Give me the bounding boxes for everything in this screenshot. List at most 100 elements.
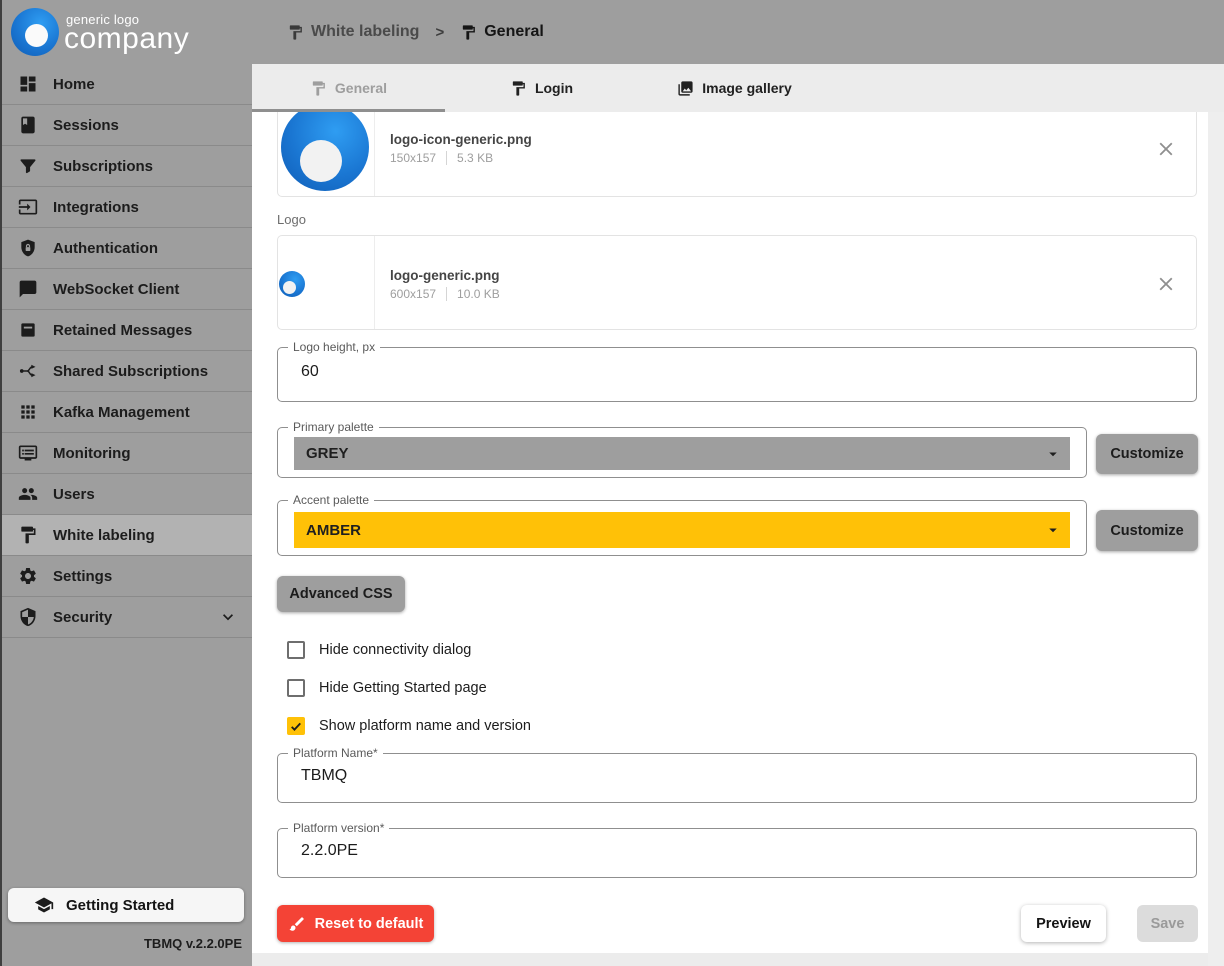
tab-general[interactable]: General — [252, 64, 445, 112]
button-label: Customize — [1110, 446, 1184, 462]
accent-palette-field: Accent palette AMBER — [277, 493, 1087, 556]
paint-roller-icon — [18, 525, 38, 545]
sidebar-item-retained-messages[interactable]: Retained Messages — [0, 310, 252, 351]
sidebar-item-security[interactable]: Security — [0, 597, 252, 638]
photo-library-icon — [678, 80, 693, 96]
button-label: Advanced CSS — [289, 586, 393, 602]
checkbox-hide-getting-started[interactable]: Hide Getting Started page — [287, 679, 487, 697]
button-label: Customize — [1110, 522, 1184, 539]
form-content: logo-icon-generic.png 150x157 5.3 KB Log… — [252, 112, 1208, 953]
sidebar: Home Sessions Subscriptions Integrations… — [0, 64, 252, 966]
sidebar-item-monitoring[interactable]: Monitoring — [0, 433, 252, 474]
tab-label: Login — [534, 80, 574, 96]
sidebar-item-subscriptions[interactable]: Subscriptions — [0, 146, 252, 187]
checkbox-hide-connectivity-dialog[interactable]: Hide connectivity dialog — [287, 641, 471, 659]
chevron-down-icon — [218, 607, 238, 627]
checkbox-icon — [287, 717, 305, 735]
vertical-scrollbar[interactable] — [1208, 112, 1224, 966]
field-label: Platform Name* — [288, 746, 383, 760]
file-dimensions: 150x157 — [390, 151, 437, 165]
sidebar-item-label: Shared Subscriptions — [53, 362, 209, 380]
sidebar-item-label: Integrations — [53, 198, 139, 216]
company-logo[interactable]: generic logo company — [0, 0, 252, 64]
archive-box-icon — [18, 320, 38, 340]
sidebar-item-authentication[interactable]: Authentication — [0, 228, 252, 269]
save-button[interactable]: Save — [1137, 905, 1198, 942]
checkbox-icon — [287, 641, 305, 659]
getting-started-label: Getting Started — [66, 896, 175, 914]
paint-roller-icon — [512, 80, 525, 96]
field-value: 2.2.0PE — [301, 842, 358, 859]
reset-to-default-button[interactable]: Reset to default — [277, 905, 434, 942]
sidebar-item-label: Authentication — [53, 239, 158, 257]
logo-icon-thumbnail — [278, 112, 375, 196]
tab-label: Image gallery — [702, 80, 792, 96]
file-size: 5.3 KB — [457, 151, 494, 165]
logo-thumbnail — [278, 236, 375, 329]
field-label: Platform version* — [288, 821, 390, 835]
accent-palette-select[interactable]: AMBER — [294, 512, 1070, 548]
main-area: General Login Image gallery logo-icon-ge… — [252, 64, 1224, 966]
sidebar-item-label: Security — [53, 608, 113, 626]
sidebar-item-shared-subscriptions[interactable]: Shared Subscriptions — [0, 351, 252, 392]
button-label: Save — [1150, 915, 1185, 932]
logo-section-label: Logo — [277, 212, 306, 227]
field-label: Primary palette — [288, 420, 379, 434]
sidebar-item-label: Home — [53, 75, 95, 93]
input-icon — [18, 197, 38, 217]
field-value: TBMQ — [301, 767, 348, 784]
meta-divider — [446, 151, 448, 165]
logo-text-large: company — [64, 22, 190, 55]
sidebar-item-white-labeling[interactable]: White labeling — [0, 515, 252, 556]
dashboard-icon — [18, 74, 38, 94]
sidebar-item-label: Retained Messages — [53, 321, 193, 339]
sidebar-item-websocket-client[interactable]: WebSocket Client — [0, 269, 252, 310]
sidebar-item-integrations[interactable]: Integrations — [0, 187, 252, 228]
breadcrumb-general: General — [460, 23, 544, 41]
filter-icon — [18, 156, 38, 176]
logo-icon-file-card: logo-icon-generic.png 150x157 5.3 KB — [277, 112, 1197, 197]
close-icon — [1159, 277, 1173, 291]
tab-login[interactable]: Login — [445, 64, 638, 112]
primary-palette-select[interactable]: GREY — [294, 437, 1070, 470]
dropdown-arrow-icon — [1049, 452, 1057, 456]
file-size: 10.0 KB — [457, 287, 500, 301]
sidebar-item-kafka-management[interactable]: Kafka Management — [0, 392, 252, 433]
field-label: Accent palette — [288, 493, 375, 507]
paint-roller-icon — [463, 24, 476, 40]
logo-inner-dot — [25, 24, 48, 47]
file-dimensions: 600x157 — [390, 287, 437, 301]
breadcrumb-parent-label: White labeling — [311, 23, 420, 40]
customize-primary-button[interactable]: Customize — [1096, 434, 1198, 474]
sidebar-item-home[interactable]: Home — [0, 64, 252, 105]
getting-started-button[interactable]: Getting Started — [8, 888, 244, 922]
breadcrumb-current-label: General — [484, 23, 544, 40]
primary-palette-field: Primary palette GREY — [277, 420, 1087, 478]
dropdown-arrow-icon — [1049, 528, 1057, 533]
remove-logo-button[interactable] — [1154, 272, 1178, 296]
tab-image-gallery[interactable]: Image gallery — [638, 64, 831, 112]
platform-version-input[interactable]: Platform version* 2.2.0PE — [277, 821, 1197, 878]
platform-name-input[interactable]: Platform Name* TBMQ — [277, 746, 1197, 803]
shield-lock-icon — [18, 238, 38, 258]
breadcrumb-white-labeling[interactable]: White labeling — [287, 23, 419, 41]
button-label: Preview — [1036, 915, 1091, 932]
advanced-css-button[interactable]: Advanced CSS — [277, 576, 405, 612]
gear-icon — [18, 566, 38, 586]
preview-button[interactable]: Preview — [1021, 905, 1106, 942]
people-icon — [18, 484, 38, 504]
sidebar-item-sessions[interactable]: Sessions — [0, 105, 252, 146]
sidebar-item-label: Settings — [53, 567, 113, 585]
platform-version-text: TBMQ v.2.2.0PE — [143, 936, 242, 951]
monitor-icon — [18, 443, 38, 463]
remove-logo-icon-button[interactable] — [1154, 137, 1178, 161]
paint-roller-icon — [312, 80, 325, 96]
logo-height-input[interactable]: Logo height, px 60 — [277, 340, 1197, 402]
sidebar-item-settings[interactable]: Settings — [0, 556, 252, 597]
app-window: generic logo company White labeling > Ge… — [0, 0, 1224, 966]
customize-accent-button[interactable]: Customize — [1096, 510, 1198, 551]
sidebar-item-users[interactable]: Users — [0, 474, 252, 515]
checkbox-show-platform-name[interactable]: Show platform name and version — [287, 717, 531, 735]
selected-palette: AMBER — [306, 521, 361, 539]
close-icon — [1159, 142, 1173, 156]
